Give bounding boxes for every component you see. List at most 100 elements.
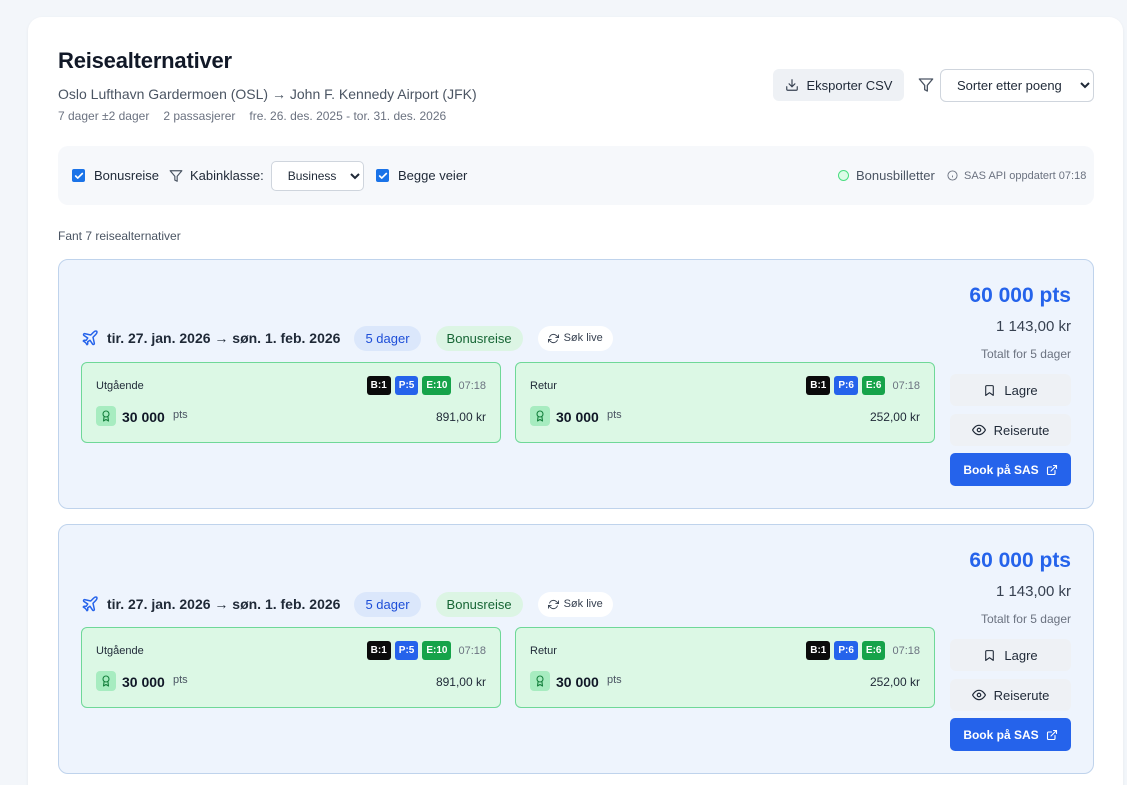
itinerary-button[interactable]: Reiserute: [950, 679, 1071, 711]
sort-select[interactable]: Sorter etter poeng: [940, 69, 1094, 102]
refresh-icon: [547, 599, 559, 609]
roundtrip-filter-label: Begge veier: [398, 168, 468, 183]
total-points: 60 000 pts: [969, 284, 1071, 307]
search-live-label: Søk live: [563, 332, 603, 344]
bonus-legend: Bonusbilletter: [838, 146, 935, 205]
trip-card-header: tir. 27. jan. 2026 → søn. 1. feb. 2026 5…: [81, 591, 613, 617]
search-meta: 7 dager ±2 dager 2 passasjerer fre. 26. …: [58, 109, 446, 123]
refresh-icon: [547, 333, 559, 343]
award-icon: [530, 406, 550, 426]
leg-label: Utgående: [96, 380, 144, 392]
external-link-icon: [1046, 729, 1057, 740]
duration-badge: 5 dager: [354, 591, 421, 617]
legend-label: Bonusbilletter: [856, 168, 935, 183]
cabin-filter: Kabinklasse: Business: [169, 146, 364, 205]
external-link-icon: [1046, 464, 1057, 475]
update-time: 07:18: [892, 379, 920, 392]
total-note: Totalt for 5 dager: [980, 347, 1071, 361]
book-sas-button[interactable]: Book på SAS: [950, 453, 1071, 486]
api-status: SAS API oppdatert 07:18: [947, 146, 1086, 205]
filter-bar: Bonusreise Kabinklasse: Business Begge v…: [58, 146, 1094, 205]
filter-icon: [918, 78, 934, 92]
cabin-select[interactable]: Business: [270, 160, 364, 191]
economy-seats-badge: E:10: [422, 376, 452, 395]
seat-availability: B:1 P:5 E:10 07:18: [366, 641, 486, 660]
leg-price: 252,00 kr: [869, 410, 920, 424]
leg-price: 891,00 kr: [435, 675, 486, 689]
route-summary: Oslo Lufthavn Gardermoen (OSL) → John F.…: [58, 86, 477, 102]
seat-availability: B:1 P:5 E:10 07:18: [366, 376, 486, 395]
premium-seats-badge: P:5: [394, 376, 419, 395]
export-csv-button[interactable]: Eksporter CSV: [773, 69, 904, 101]
eye-icon: [971, 424, 986, 436]
book-label: Book på SAS: [963, 462, 1039, 477]
leg-points-unit: pts: [607, 674, 622, 686]
business-seats-badge: B:1: [366, 376, 391, 395]
plane-icon: [82, 596, 98, 612]
trip-type-badge: Bonusreise: [435, 591, 523, 617]
premium-seats-badge: P:6: [834, 641, 858, 660]
leg-label: Retur: [530, 380, 557, 392]
trip-card: tir. 27. jan. 2026 → søn. 1. feb. 2026 5…: [58, 524, 1094, 774]
book-label: Book på SAS: [963, 727, 1039, 742]
save-button[interactable]: Lagre: [950, 639, 1071, 671]
filter-icon: [169, 169, 183, 182]
leg-label: Utgående: [96, 645, 144, 657]
economy-seats-badge: E:10: [422, 641, 452, 660]
trip-dates: tir. 27. jan. 2026 → søn. 1. feb. 2026: [107, 330, 341, 346]
leg-points: 30 000: [122, 674, 165, 690]
seat-availability: B:1 P:6 E:6 07:18: [806, 641, 920, 660]
duration-badge: 5 dager: [354, 325, 421, 351]
return-leg[interactable]: Retur B:1 P:6 E:6 07:18 30 000 pts 252,0…: [515, 362, 935, 443]
leg-price: 891,00 kr: [435, 410, 486, 424]
legend-dot: [838, 170, 849, 181]
total-points: 60 000 pts: [969, 549, 1071, 572]
return-leg[interactable]: Retur B:1 P:6 E:6 07:18 30 000 pts 252,0…: [515, 627, 935, 708]
leg-label: Retur: [530, 645, 557, 657]
trip-type-badge: Bonusreise: [435, 325, 523, 351]
business-seats-badge: B:1: [806, 641, 831, 660]
update-time: 07:18: [458, 379, 486, 392]
update-time: 07:18: [458, 644, 486, 657]
search-live-button[interactable]: Søk live: [537, 591, 613, 617]
bonus-checkbox[interactable]: [72, 169, 85, 182]
economy-seats-badge: E:6: [861, 641, 886, 660]
book-sas-button[interactable]: Book på SAS: [950, 718, 1071, 751]
outbound-leg[interactable]: Utgående B:1 P:5 E:10 07:18 30 000 pts 8…: [81, 627, 501, 708]
roundtrip-filter[interactable]: Begge veier: [376, 146, 467, 205]
bookmark-icon: [985, 649, 995, 661]
page-title: Reisealternativer: [58, 48, 232, 73]
economy-seats-badge: E:6: [861, 376, 886, 395]
leg-points: 30 000: [556, 674, 599, 690]
premium-seats-badge: P:6: [834, 376, 858, 395]
leg-points-unit: pts: [607, 409, 622, 421]
award-icon: [530, 671, 550, 691]
outbound-leg[interactable]: Utgående B:1 P:5 E:10 07:18 30 000 pts 8…: [81, 362, 501, 443]
trip-duration: 7 dager ±2 dager: [58, 109, 150, 123]
save-button[interactable]: Lagre: [950, 374, 1071, 406]
search-live-label: Søk live: [563, 598, 603, 610]
leg-points: 30 000: [556, 409, 599, 425]
total-price: 1 143,00 kr: [995, 583, 1071, 600]
search-live-button[interactable]: Søk live: [537, 325, 613, 351]
export-csv-label: Eksporter CSV: [806, 77, 893, 93]
itinerary-label: Reiserute: [993, 687, 1050, 703]
total-price: 1 143,00 kr: [995, 318, 1071, 335]
leg-price: 252,00 kr: [869, 675, 920, 689]
plane-icon: [82, 330, 98, 346]
check-icon: [378, 172, 387, 179]
eye-icon: [971, 689, 986, 701]
save-label: Lagre: [1004, 647, 1038, 663]
itinerary-button[interactable]: Reiserute: [950, 414, 1071, 446]
save-label: Lagre: [1004, 382, 1038, 398]
trip-card: tir. 27. jan. 2026 → søn. 1. feb. 2026 5…: [58, 259, 1094, 509]
leg-points: 30 000: [122, 409, 165, 425]
leg-points-unit: pts: [173, 674, 188, 686]
award-icon: [96, 671, 116, 691]
roundtrip-checkbox[interactable]: [376, 169, 389, 182]
date-range: fre. 26. des. 2025 - tor. 31. des. 2026: [249, 109, 447, 123]
download-icon: [785, 79, 798, 91]
bonus-filter[interactable]: Bonusreise: [72, 146, 159, 205]
bookmark-icon: [985, 384, 995, 396]
seat-availability: B:1 P:6 E:6 07:18: [806, 376, 920, 395]
